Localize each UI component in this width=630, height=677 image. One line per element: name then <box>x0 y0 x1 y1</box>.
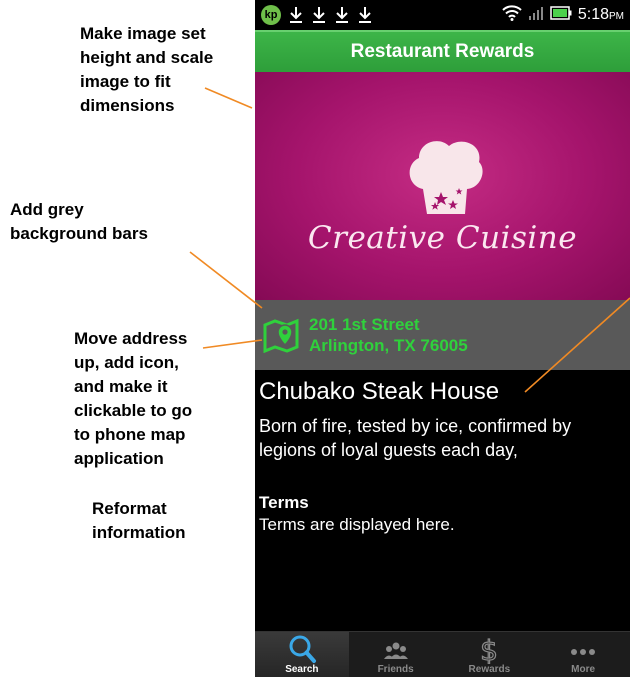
annotation-line: dimensions <box>80 96 175 115</box>
app-title-bar: Restaurant Rewards <box>255 30 630 72</box>
signal-icon <box>528 5 544 26</box>
app-title: Restaurant Rewards <box>350 41 535 62</box>
phone-screen: kp 5:18PM Restaurant Rewards Creative Cu… <box>255 0 630 677</box>
restaurant-name: Chubako Steak House <box>259 378 500 405</box>
download-icon <box>334 6 350 24</box>
annotation-line: Reformat <box>92 499 167 518</box>
tab-label: Search <box>285 664 319 675</box>
search-icon <box>289 635 316 663</box>
annotation-line: height and scale <box>80 48 214 67</box>
restaurant-details: Chubako Steak House Born of fire, tested… <box>255 370 630 542</box>
address-line-2: Arlington, TX 76005 <box>309 336 468 355</box>
tab-label: Friends <box>377 664 414 675</box>
brand-logo-text: Creative Cuisine <box>307 220 578 256</box>
tab-label: More <box>571 664 596 675</box>
time-text: 5:18 <box>577 6 609 23</box>
download-icon <box>357 6 373 24</box>
svg-text:$: $ <box>480 634 498 664</box>
tab-label: Rewards <box>468 664 511 675</box>
address-link[interactable]: 201 1st Street Arlington, TX 76005 <box>309 314 468 356</box>
more-icon <box>571 649 596 655</box>
status-bar: kp 5:18PM <box>255 0 630 30</box>
terms-text: Terms are displayed here. <box>259 515 455 534</box>
battery-icon <box>550 5 572 25</box>
restaurant-banner-image: Creative Cuisine <box>255 72 630 300</box>
terms-heading: Terms <box>259 493 309 512</box>
arrow-bars <box>189 251 263 309</box>
bottom-tab-bar: Search Friends $ Rewards More <box>255 631 630 677</box>
friends-icon <box>383 642 408 659</box>
tab-search[interactable]: Search <box>255 632 349 677</box>
map-pin-icon[interactable] <box>263 317 299 353</box>
app-badge-icon: kp <box>261 5 281 25</box>
annotation-line: up, add icon, <box>74 353 179 372</box>
ampm-text: PM <box>609 11 624 22</box>
restaurant-description: Born of fire, tested by ice, confirmed b… <box>259 414 626 462</box>
chef-hat-icon <box>409 141 483 214</box>
annotation-bars-note: Add grey background bars <box>10 198 200 246</box>
annotation-line: to phone map <box>74 425 186 444</box>
tab-friends[interactable]: Friends <box>349 632 443 677</box>
annotation-image-note: Make image set height and scale image to… <box>80 22 250 118</box>
description-line: Born of fire, tested by ice, confirmed b… <box>259 416 572 436</box>
annotation-reformat-note: Reformat information <box>92 497 232 545</box>
tab-more[interactable]: More <box>536 632 630 677</box>
dollar-icon: $ <box>480 634 499 664</box>
annotation-line: image to fit <box>80 72 171 91</box>
annotation-line: background bars <box>10 224 148 243</box>
address-line-1: 201 1st Street <box>309 315 420 334</box>
annotation-address-note: Move address up, add icon, and make it c… <box>74 327 244 471</box>
annotation-line: Make image set <box>80 24 206 43</box>
annotation-line: information <box>92 523 186 542</box>
annotation-line: and make it <box>74 377 168 396</box>
description-line: legions of loyal guests each day, <box>259 440 518 460</box>
download-icon <box>288 6 304 24</box>
annotation-line: Add grey <box>10 200 84 219</box>
download-icon <box>311 6 327 24</box>
annotation-line: application <box>74 449 164 468</box>
wifi-icon <box>502 4 522 26</box>
clock-time: 5:18PM <box>578 6 624 24</box>
address-bar[interactable]: 201 1st Street Arlington, TX 76005 <box>255 300 630 370</box>
annotation-line: clickable to go <box>74 401 193 420</box>
annotation-line: Move address <box>74 329 188 348</box>
tab-rewards[interactable]: $ Rewards <box>443 632 537 677</box>
